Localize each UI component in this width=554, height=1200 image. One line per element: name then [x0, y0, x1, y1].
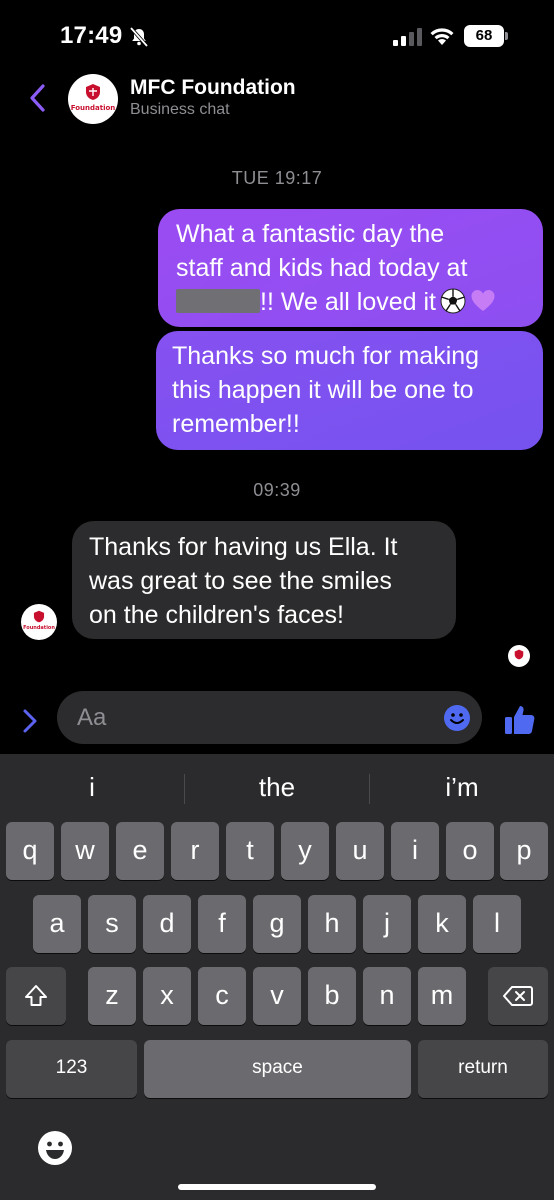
home-indicator[interactable] — [178, 1184, 376, 1190]
key-n[interactable]: n — [363, 967, 411, 1025]
purple-heart-icon — [471, 290, 495, 311]
cellular-signal-icon — [393, 28, 422, 46]
avatar-logo-text: Foundation — [70, 104, 116, 112]
outgoing-message[interactable]: What a fantastic day the staff and kids … — [158, 209, 543, 327]
return-key[interactable]: return — [418, 1040, 548, 1098]
message-line: Thanks so much for making — [172, 342, 480, 370]
message-line-with-redaction: !! We all loved it — [176, 285, 525, 319]
key-r[interactable]: r — [171, 822, 219, 880]
keyboard: i the i’m q w e r t y u i o p a s d f g … — [0, 754, 554, 1200]
wifi-icon — [430, 28, 454, 45]
key-c[interactable]: c — [198, 967, 246, 1025]
crest-icon — [514, 649, 524, 660]
message-composer[interactable] — [57, 691, 482, 744]
key-s[interactable]: s — [88, 895, 136, 953]
key-v[interactable]: v — [253, 967, 301, 1025]
soccer-ball-icon — [440, 288, 466, 314]
shift-icon — [25, 985, 47, 1006]
key-m[interactable]: m — [418, 967, 466, 1025]
message-line: What a fantastic day the — [176, 220, 445, 248]
key-j[interactable]: j — [363, 895, 411, 953]
status-time: 17:49 — [60, 22, 123, 49]
redacted-text — [176, 289, 260, 313]
status-bar: 17:49 68 — [0, 0, 554, 70]
message-line: on the children's faces! — [89, 601, 344, 629]
suggestion-1[interactable]: i — [0, 772, 184, 806]
backspace-icon — [503, 986, 533, 1006]
message-timestamp: TUE 19:17 — [231, 168, 323, 188]
crest-icon — [86, 84, 100, 100]
message-input[interactable] — [77, 701, 437, 735]
avatar-logo-text: Foundation — [23, 625, 55, 631]
numbers-key[interactable]: 123 — [6, 1040, 137, 1098]
key-e[interactable]: e — [116, 822, 164, 880]
key-d[interactable]: d — [143, 895, 191, 953]
key-b[interactable]: b — [308, 967, 356, 1025]
message-line: staff and kids had today at — [176, 254, 468, 282]
key-f[interactable]: f — [198, 895, 246, 953]
contact-avatar[interactable]: Foundation — [68, 74, 118, 124]
suggestion-3[interactable]: i’m — [370, 772, 554, 806]
key-l[interactable]: l — [473, 895, 521, 953]
contact-subtitle: Business chat — [130, 101, 230, 118]
key-y[interactable]: y — [281, 822, 329, 880]
key-x[interactable]: x — [143, 967, 191, 1025]
message-timestamp: 09:39 — [253, 480, 301, 500]
key-q[interactable]: q — [6, 822, 54, 880]
key-h[interactable]: h — [308, 895, 356, 953]
key-a[interactable]: a — [33, 895, 81, 953]
outgoing-message[interactable]: Thanks so much for making this happen it… — [156, 331, 543, 450]
key-k[interactable]: k — [418, 895, 466, 953]
crest-icon — [33, 610, 45, 623]
delete-key[interactable] — [488, 967, 548, 1025]
battery-level: 68 — [464, 25, 504, 47]
battery-icon: 68 — [464, 25, 508, 47]
smiley-icon[interactable] — [443, 704, 471, 732]
key-z[interactable]: z — [88, 967, 136, 1025]
suggestion-2[interactable]: the — [185, 772, 369, 806]
key-i[interactable]: i — [391, 822, 439, 880]
chevron-left-icon[interactable] — [26, 82, 48, 114]
message-line: was great to see the smiles — [89, 567, 392, 595]
read-receipt-avatar — [508, 645, 530, 667]
key-g[interactable]: g — [253, 895, 301, 953]
key-o[interactable]: o — [446, 822, 494, 880]
message-line: this happen it will be one to — [172, 376, 474, 404]
space-key[interactable]: space — [144, 1040, 411, 1098]
bell-slash-icon — [129, 26, 149, 48]
chevron-right-icon[interactable] — [20, 707, 40, 735]
sender-avatar[interactable]: Foundation — [21, 604, 57, 640]
thumbs-up-icon[interactable] — [503, 703, 537, 737]
key-t[interactable]: t — [226, 822, 274, 880]
key-u[interactable]: u — [336, 822, 384, 880]
message-line: remember!! — [172, 410, 300, 438]
incoming-message[interactable]: Thanks for having us Ella. It was great … — [72, 521, 456, 639]
shift-key[interactable] — [6, 967, 66, 1025]
contact-name[interactable]: MFC Foundation — [130, 76, 296, 100]
message-line: Thanks for having us Ella. It — [89, 533, 398, 561]
emoji-keyboard-icon[interactable] — [37, 1130, 73, 1166]
key-p[interactable]: p — [500, 822, 548, 880]
key-w[interactable]: w — [61, 822, 109, 880]
